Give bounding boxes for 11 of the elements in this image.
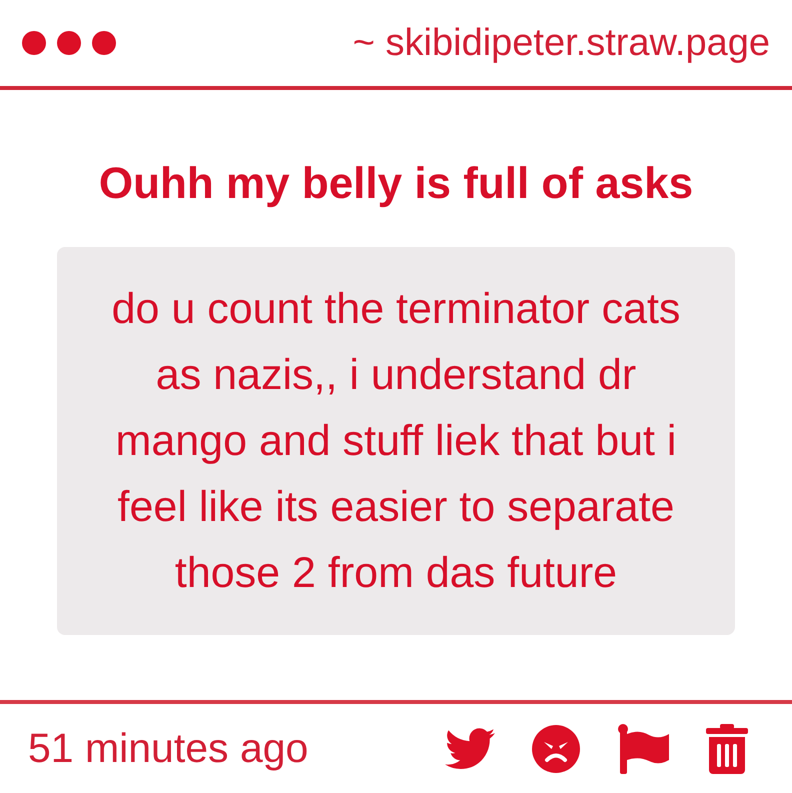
window-dot-icon: [22, 31, 46, 55]
bird-icon[interactable]: [445, 728, 495, 770]
trash-icon[interactable]: [706, 724, 748, 774]
page-title: Ouhh my belly is full of asks: [98, 158, 694, 210]
window-dot-icon: [57, 31, 81, 55]
flag-icon[interactable]: [617, 724, 669, 774]
site-url: ~ skibidipeter.straw.page: [352, 24, 770, 62]
angry-face-icon[interactable]: [532, 724, 580, 772]
post-time: 51 minutes ago: [28, 728, 308, 769]
window-dot-icon: [92, 31, 116, 55]
question-text: do u count the terminator cats as nazis,, i understand dr mango and stuff liek that but i feel like its easier to separate those 2 from das future: [110, 284, 682, 599]
